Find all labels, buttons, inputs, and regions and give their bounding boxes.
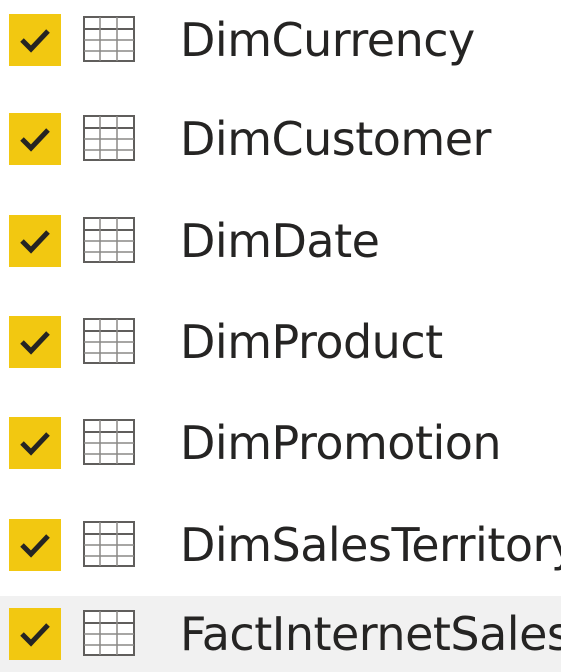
- table-name: FactInternetSales: [180, 607, 561, 661]
- list-item[interactable]: DimCurrency: [0, 0, 561, 80]
- table-icon: [83, 521, 135, 567]
- list-item[interactable]: FactInternetSales: [0, 596, 561, 672]
- checkbox-checked[interactable]: [9, 608, 61, 660]
- checkmark-icon: [20, 29, 50, 53]
- checkbox-checked[interactable]: [9, 316, 61, 368]
- table-icon: [83, 217, 135, 263]
- table-name: DimCurrency: [180, 13, 475, 67]
- checkbox-checked[interactable]: [9, 519, 61, 571]
- table-icon: [83, 419, 135, 465]
- checkmark-icon: [20, 432, 50, 456]
- checkmark-icon: [20, 230, 50, 254]
- checkbox-checked[interactable]: [9, 417, 61, 469]
- table-icon: [83, 16, 135, 62]
- checkmark-icon: [20, 128, 50, 152]
- table-name: DimSalesTerritory: [180, 518, 561, 572]
- table-name: DimPromotion: [180, 416, 502, 470]
- checkbox-checked[interactable]: [9, 14, 61, 66]
- checkbox-checked[interactable]: [9, 215, 61, 267]
- table-icon: [83, 610, 135, 656]
- list-item[interactable]: DimSalesTerritory: [0, 505, 561, 585]
- table-name: DimDate: [180, 214, 380, 268]
- checkbox-checked[interactable]: [9, 113, 61, 165]
- checkmark-icon: [20, 331, 50, 355]
- list-item[interactable]: DimPromotion: [0, 403, 561, 483]
- table-name: DimCustomer: [180, 112, 491, 166]
- list-item[interactable]: DimProduct: [0, 302, 561, 382]
- table-name: DimProduct: [180, 315, 443, 369]
- table-icon: [83, 318, 135, 364]
- checkmark-icon: [20, 534, 50, 558]
- list-item[interactable]: DimDate: [0, 201, 561, 281]
- table-icon: [83, 115, 135, 161]
- table-list: DimCurrency DimCustomer DimDate DimProdu…: [0, 0, 561, 672]
- list-item[interactable]: DimCustomer: [0, 99, 561, 179]
- checkmark-icon: [20, 623, 50, 647]
